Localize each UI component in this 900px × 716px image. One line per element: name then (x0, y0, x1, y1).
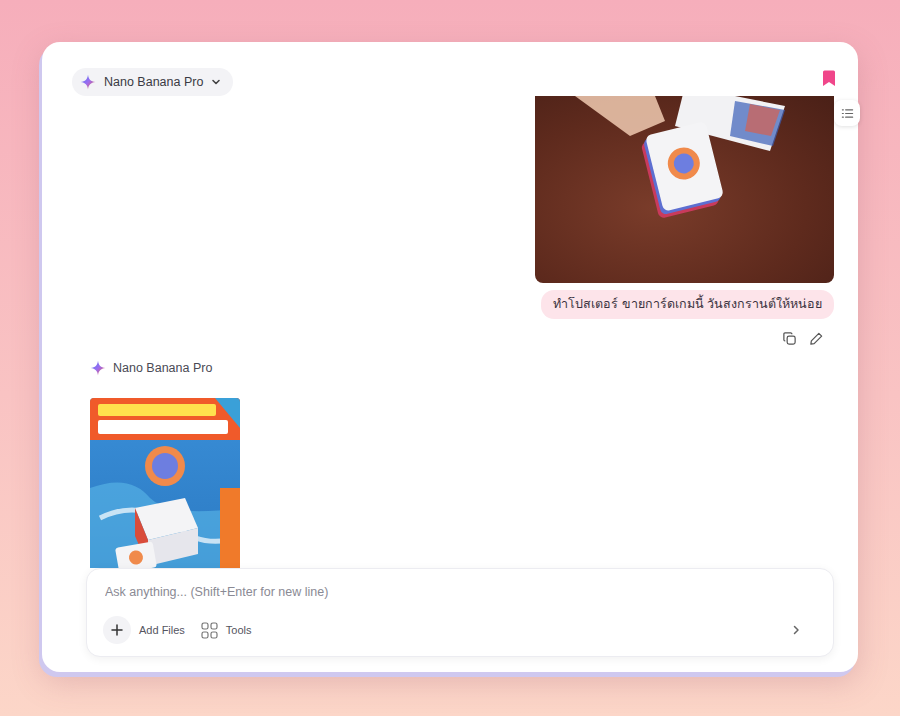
tools-label: Tools (226, 622, 252, 639)
plus-button[interactable] (103, 616, 131, 644)
sparkle-icon (90, 360, 106, 376)
composer: Add Files Tools (86, 568, 834, 657)
photo-content-icon (535, 96, 834, 283)
chat-window: Nano Banana Pro (42, 42, 858, 672)
user-message: ทำโปสเตอร์ ขายการ์ดเกมนี้ วันสงกรานต์ให้… (90, 96, 834, 346)
message-input[interactable] (103, 583, 817, 602)
tools-button[interactable]: Tools (201, 622, 252, 639)
assistant-header: Nano Banana Pro (90, 359, 834, 378)
plus-icon (111, 624, 123, 636)
copy-icon[interactable] (782, 331, 797, 346)
poster-content-icon (90, 398, 240, 569)
chat-area: ทำโปสเตอร์ ขายการ์ดเกมนี้ วันสงกรานต์ให้… (42, 96, 858, 568)
model-name: Nano Banana Pro (104, 73, 203, 92)
grid-icon (201, 622, 218, 639)
message-actions (782, 331, 834, 346)
add-files-label: Add Files (139, 622, 185, 639)
card-game-photo (535, 96, 834, 283)
outline-button[interactable] (834, 100, 860, 126)
bookmark-icon[interactable] (822, 70, 836, 87)
sparkle-icon (80, 74, 96, 90)
header: Nano Banana Pro (42, 42, 858, 96)
add-files-button[interactable]: Add Files (103, 616, 185, 644)
edit-icon[interactable] (809, 331, 824, 346)
generated-poster[interactable] (90, 398, 240, 569)
list-icon (841, 107, 854, 120)
composer-toolbar: Add Files Tools (103, 616, 817, 644)
user-prompt: ทำโปสเตอร์ ขายการ์ดเกมนี้ วันสงกรานต์ให้… (541, 290, 834, 319)
send-button[interactable] (791, 625, 801, 635)
assistant-name: Nano Banana Pro (113, 359, 212, 378)
chevron-down-icon (211, 77, 221, 87)
model-selector[interactable]: Nano Banana Pro (72, 68, 233, 96)
chevron-right-icon (791, 625, 801, 635)
